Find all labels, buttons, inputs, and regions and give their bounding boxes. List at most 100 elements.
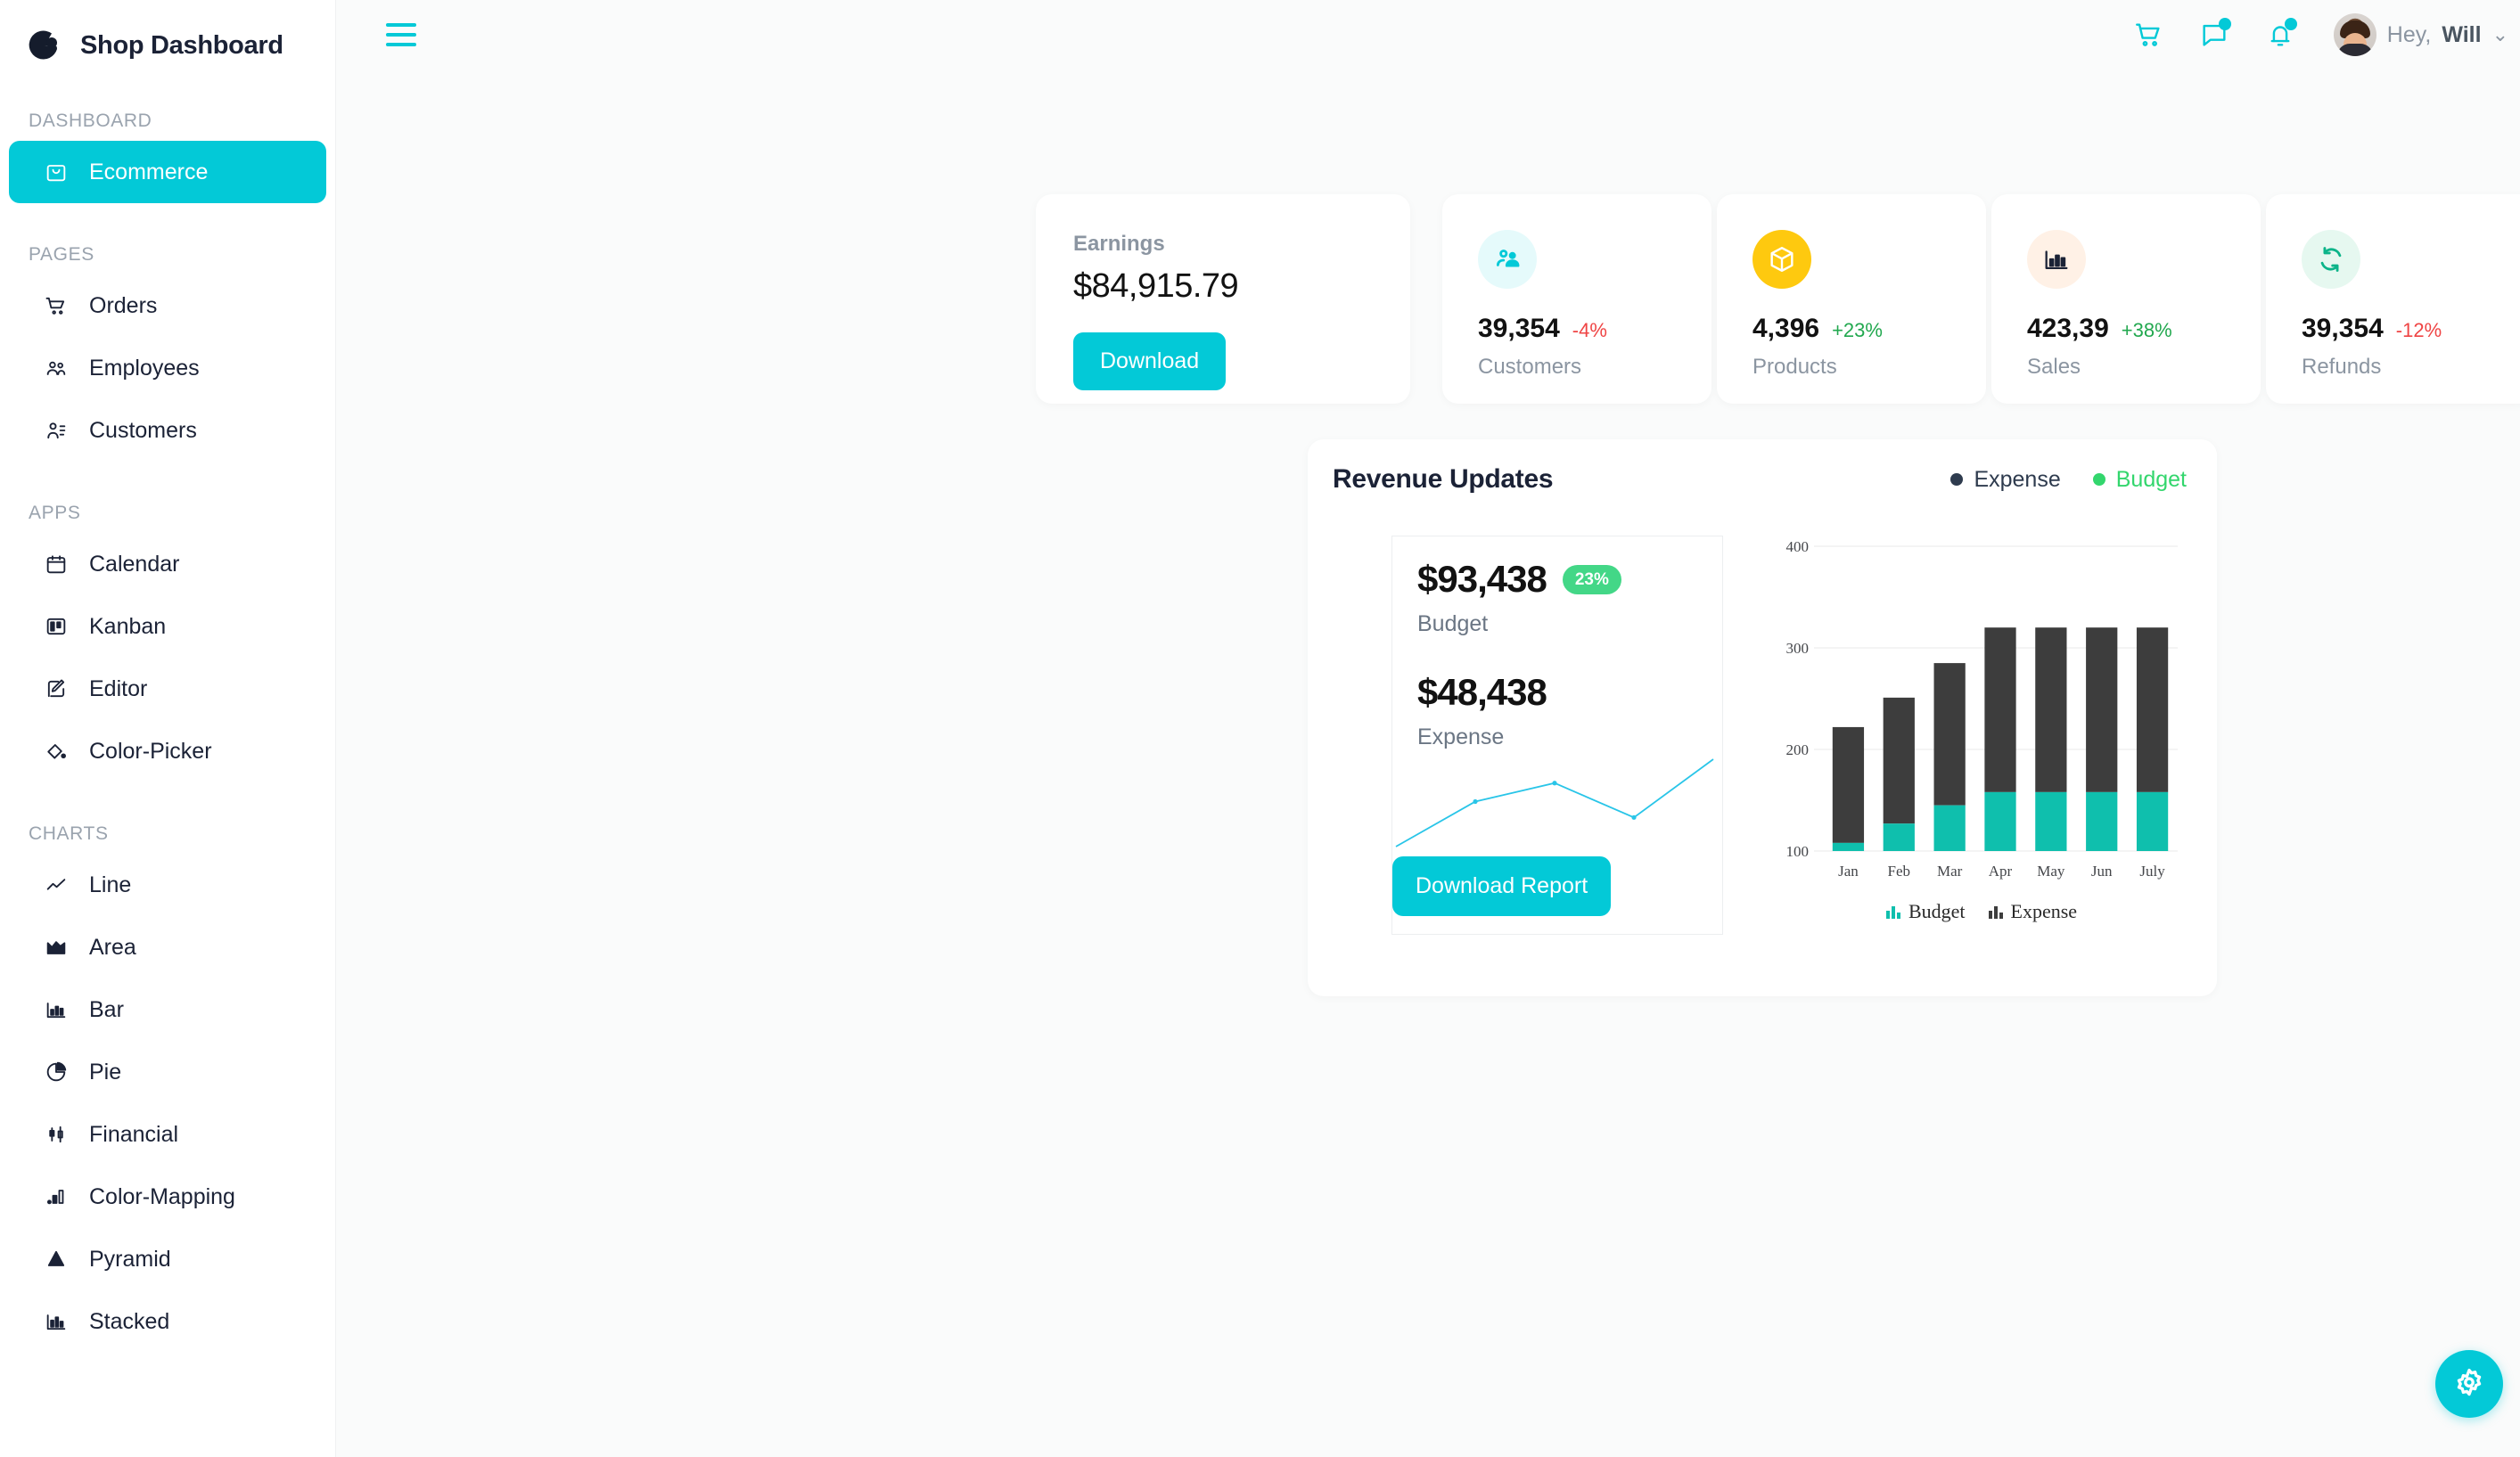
stats-row: Earnings $84,915.79 Download 39,354 -4% … — [336, 194, 2520, 404]
sidebar: Shop Dashboard DASHBOARD Ecommerce PAGES Or… — [0, 0, 336, 1457]
stat-card-refunds: 39,354 -12% Refunds — [2266, 194, 2520, 404]
pie-chart-icon — [43, 1059, 70, 1085]
stat-delta: +23% — [1832, 319, 1883, 341]
sparkline-chart — [1395, 758, 1714, 847]
sidebar-item-label: Area — [89, 934, 136, 960]
bar-chart-icon — [43, 996, 70, 1023]
calendar-icon — [43, 551, 70, 577]
color-mapping-icon — [43, 1183, 70, 1210]
line-chart-icon — [43, 872, 70, 898]
sidebar-item-orders[interactable]: Orders — [9, 274, 326, 337]
sidebar-item-line[interactable]: Line — [9, 854, 326, 916]
chat-bubble-icon[interactable] — [2196, 17, 2232, 53]
hamburger-menu-icon[interactable] — [386, 17, 422, 53]
settings-fab-button[interactable] — [2435, 1350, 2503, 1418]
legend-bullet-icon — [1950, 473, 1964, 486]
earnings-value: $84,915.79 — [1073, 267, 1239, 305]
budget-amount: $93,438 — [1417, 558, 1547, 600]
user-list-icon — [43, 417, 70, 444]
sidebar-item-label: Bar — [89, 996, 124, 1022]
user-name: Will — [2442, 21, 2482, 47]
user-menu[interactable]: Hey, Will ⌄ — [2333, 13, 2508, 56]
sidebar-item-ecommerce[interactable]: Ecommerce — [9, 141, 326, 203]
gear-settings-icon — [2457, 1368, 2482, 1396]
bar-chart-icon — [2027, 230, 2086, 289]
sidebar-item-financial[interactable]: Financial — [9, 1103, 326, 1166]
topbar: Hey, Will ⌄ — [336, 0, 2520, 70]
sidebar-section-label: PAGES — [29, 244, 94, 265]
stat-title: Customers — [1478, 355, 1582, 379]
svg-text:300: 300 — [1786, 640, 1810, 657]
svg-text:Mar: Mar — [1937, 863, 1963, 880]
financial-chart-icon — [43, 1121, 70, 1148]
download-report-button[interactable]: Download Report — [1392, 856, 1612, 916]
shopping-cart-icon — [43, 292, 70, 319]
sidebar-item-stacked[interactable]: Stacked — [9, 1290, 326, 1353]
sidebar-item-customers[interactable]: Customers — [9, 399, 326, 462]
stat-card-sales: 423,39 +38% Sales — [1991, 194, 2261, 404]
sidebar-item-label: Line — [89, 872, 132, 897]
sidebar-item-label: Color-Picker — [89, 738, 212, 764]
bar-legend-item-expense[interactable]: Expense — [1988, 900, 2078, 923]
shopping-cart-icon[interactable] — [2130, 17, 2166, 53]
sidebar-item-bar[interactable]: Bar — [9, 978, 326, 1041]
sidebar-item-label: Orders — [89, 292, 158, 318]
package-box-icon — [1753, 230, 1811, 289]
brand[interactable]: Shop Dashboard — [0, 0, 335, 70]
stat-delta: +38% — [2121, 319, 2172, 341]
sidebar-item-area[interactable]: Area — [9, 916, 326, 978]
stat-delta: -12% — [2395, 319, 2442, 341]
sidebar-item-employees[interactable]: Employees — [9, 337, 326, 399]
earnings-card: Earnings $84,915.79 Download — [1036, 194, 1410, 404]
bar-chart-legend: Budget Expense — [1777, 900, 2187, 923]
sidebar-item-editor[interactable]: Editor — [9, 658, 326, 720]
sidebar-item-color-mapping[interactable]: Color-Mapping — [9, 1166, 326, 1228]
sidebar-item-calendar[interactable]: Calendar — [9, 533, 326, 595]
brand-title: Shop Dashboard — [80, 30, 283, 60]
stat-value: 4,396 — [1753, 314, 1820, 343]
svg-text:Apr: Apr — [1989, 863, 2013, 880]
bar-legend-item-budget[interactable]: Budget — [1885, 900, 1966, 923]
sidebar-item-pyramid[interactable]: Pyramid — [9, 1228, 326, 1290]
earnings-label: Earnings — [1073, 232, 1165, 256]
shopping-bag-icon — [43, 159, 70, 185]
sidebar-item-label: Ecommerce — [89, 159, 209, 184]
svg-text:May: May — [2037, 863, 2065, 880]
revenue-body: $93,438 23% Budget $48,438 Expense Downl… — [1333, 536, 2187, 935]
stat-title: Refunds — [2302, 355, 2382, 379]
customers-icon — [1478, 230, 1537, 289]
notification-badge-dot — [2284, 18, 2297, 30]
pyramid-chart-icon — [43, 1246, 70, 1273]
legend-bullet-icon — [2092, 473, 2105, 486]
stat-card-products: 4,396 +23% Products — [1717, 194, 1986, 404]
legend-item-expense[interactable]: Expense — [1950, 467, 2061, 493]
svg-text:400: 400 — [1786, 538, 1810, 555]
budget-expense-card: $93,438 23% Budget $48,438 Expense Downl… — [1391, 536, 1723, 935]
sidebar-item-kanban[interactable]: Kanban — [9, 595, 326, 658]
sidebar-item-label: Pyramid — [89, 1246, 171, 1272]
sidebar-item-pie[interactable]: Pie — [9, 1041, 326, 1103]
sidebar-item-color-picker[interactable]: Color-Picker — [9, 720, 326, 782]
bar-legend-label: Expense — [2010, 900, 2078, 922]
download-button[interactable]: Download — [1073, 332, 1227, 390]
svg-text:Jan: Jan — [1838, 863, 1859, 880]
bar-legend-label: Budget — [1908, 900, 1966, 922]
stat-value: 39,354 — [2302, 314, 2384, 343]
sidebar-item-label: Employees — [89, 355, 200, 381]
revenue-header: Revenue Updates Expense Budget — [1333, 464, 2187, 495]
sidebar-section-label: CHARTS — [29, 823, 109, 844]
legend-item-budget[interactable]: Budget — [2092, 467, 2187, 493]
revenue-legend: Expense Budget — [1950, 467, 2187, 493]
revenue-bar-chart: 100 200 300 400 Jan Feb Mar Apr May Jun July Budge… — [1777, 536, 2187, 935]
users-group-icon — [43, 355, 70, 381]
bell-icon[interactable] — [2262, 17, 2298, 53]
kanban-board-icon — [43, 613, 70, 640]
sidebar-item-label: Color-Mapping — [89, 1183, 235, 1209]
svg-text:200: 200 — [1786, 741, 1810, 758]
chevron-down-icon: ⌄ — [2491, 23, 2508, 45]
stat-delta: -4% — [1572, 319, 1607, 341]
svg-text:Jun: Jun — [2091, 863, 2113, 880]
shop-logo-icon — [25, 26, 64, 65]
sidebar-section-label: DASHBOARD — [29, 111, 152, 131]
sidebar-nav: DASHBOARD Ecommerce PAGES Orders Employees Cu… — [0, 111, 335, 1353]
